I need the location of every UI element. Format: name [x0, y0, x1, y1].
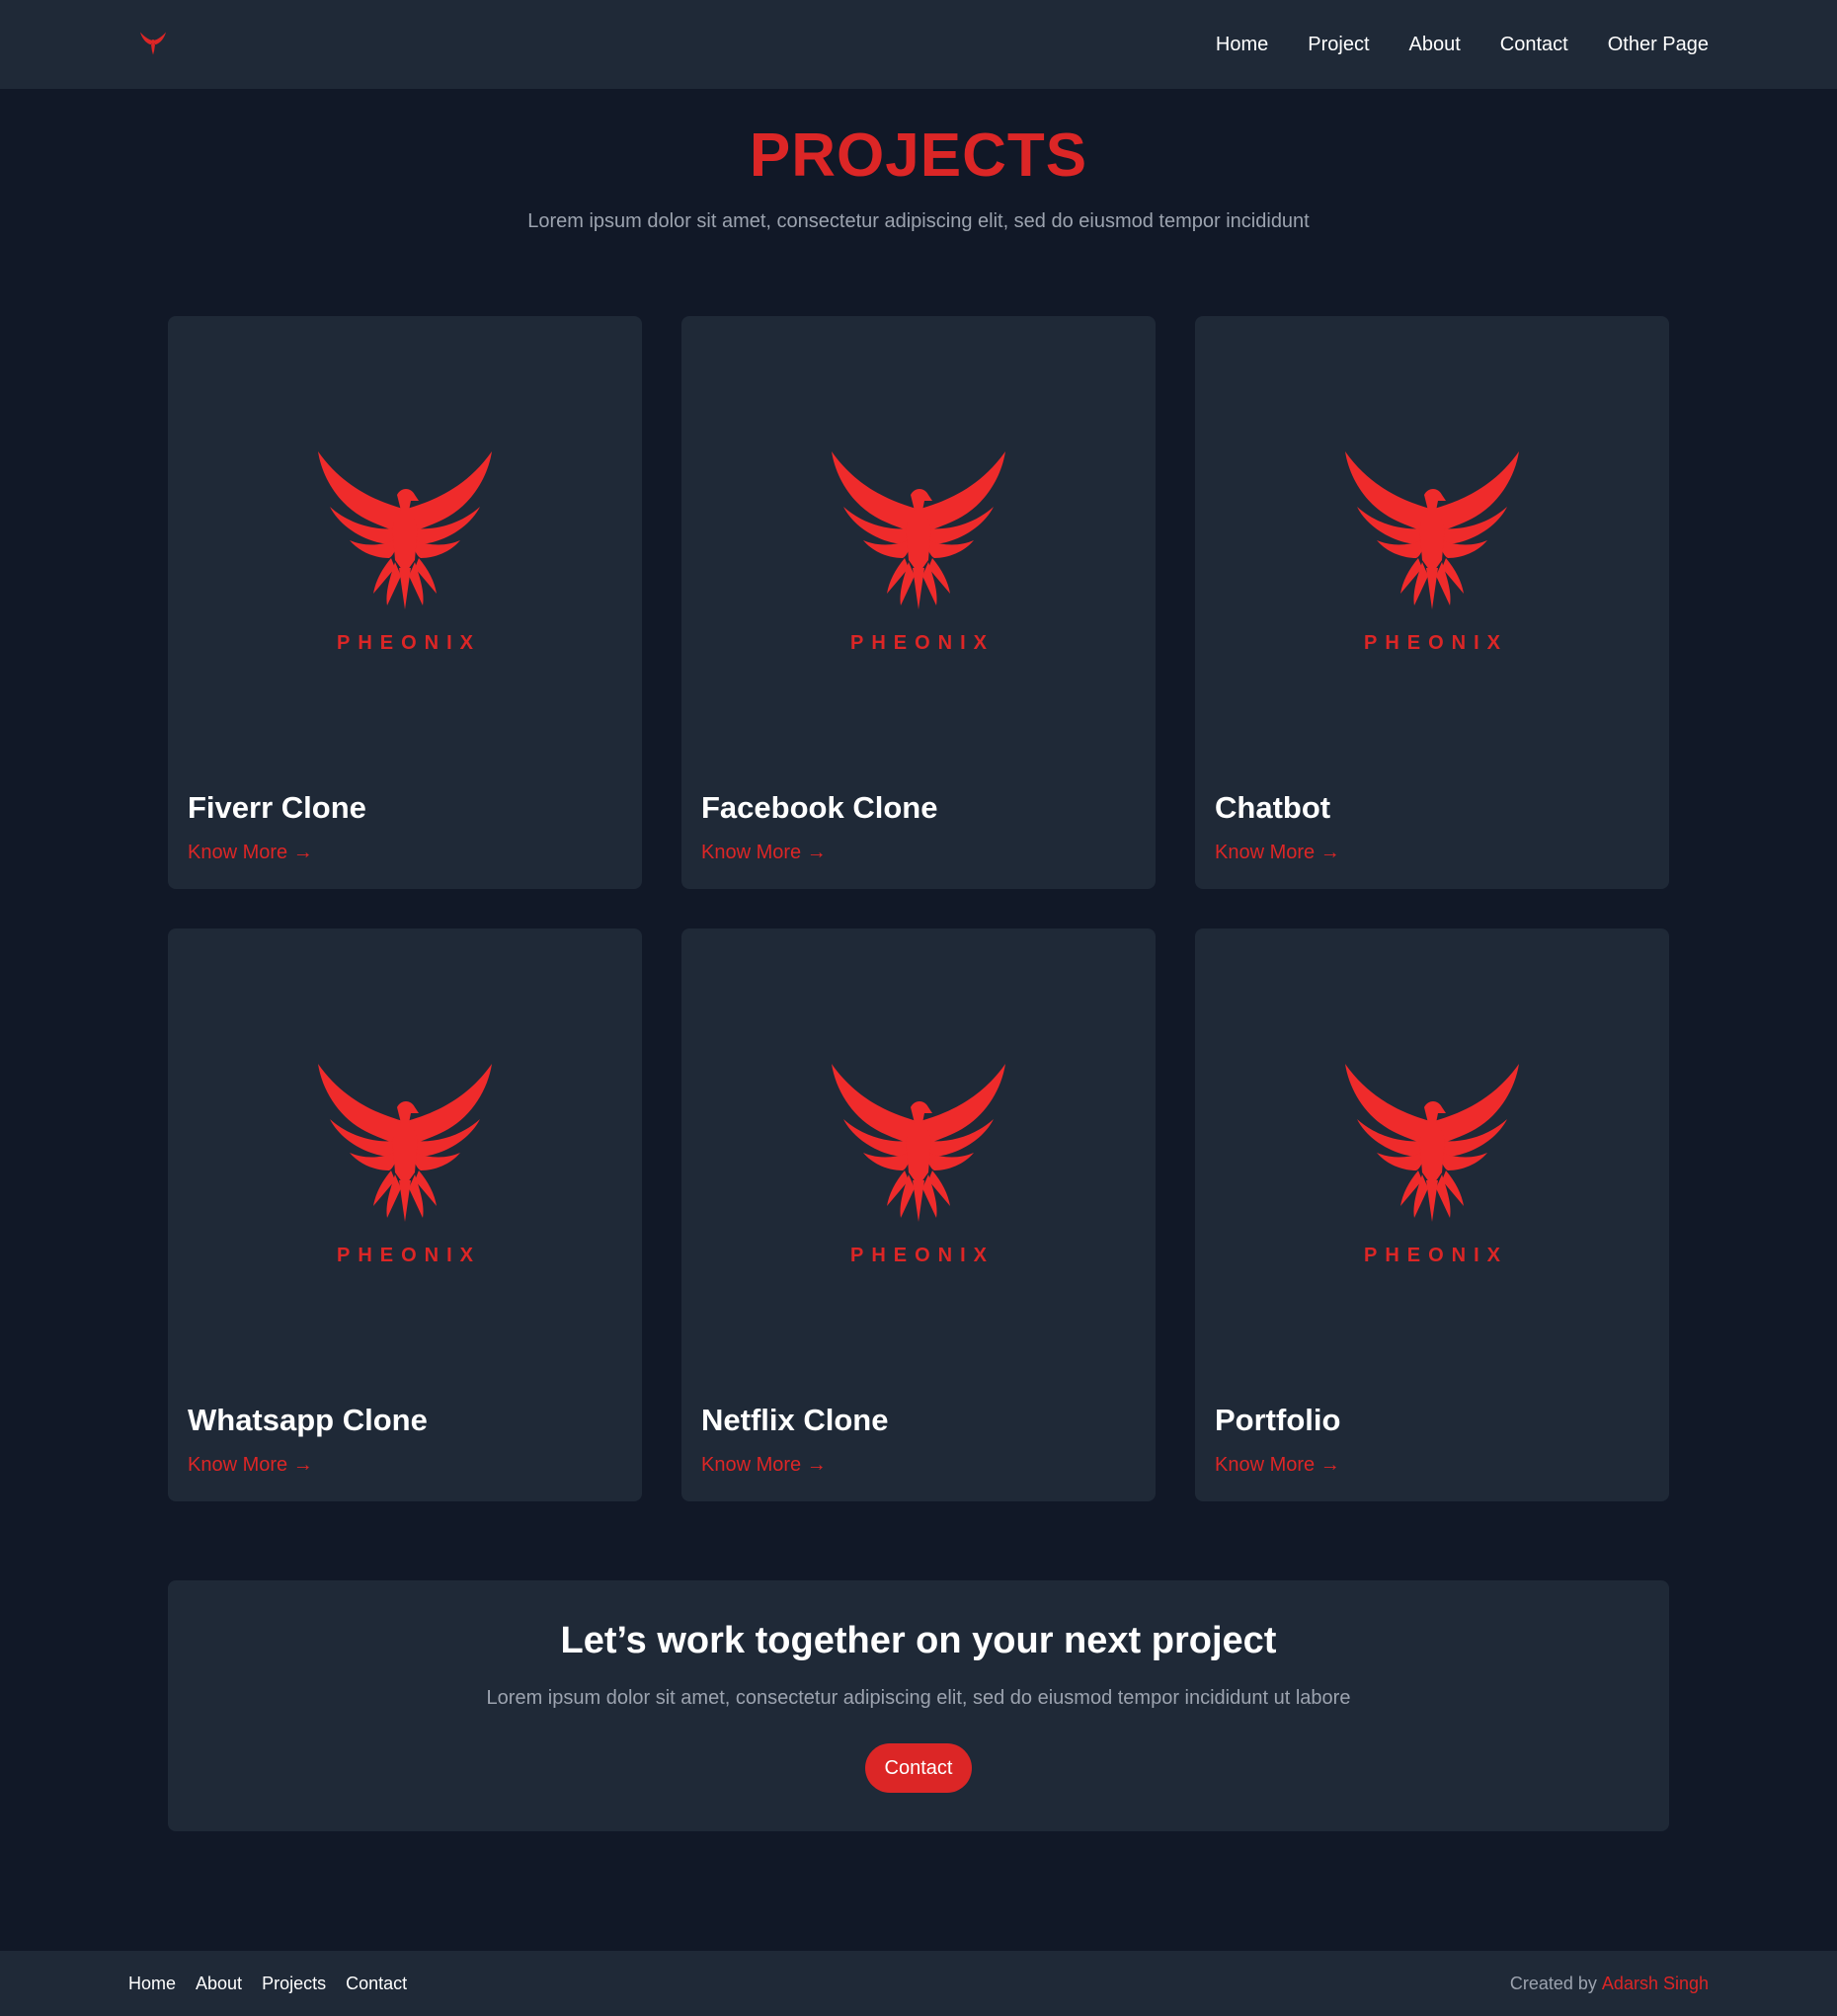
credit-prefix: Created by — [1509, 1973, 1597, 1993]
project-title: Whatsapp Clone — [188, 1403, 428, 1437]
footer-link-home[interactable]: Home — [128, 1974, 176, 1994]
cta-subtitle: Lorem ipsum dolor sit amet, consectetur … — [486, 1687, 1351, 1709]
project-title: Fiverr Clone — [188, 790, 366, 825]
project-card[interactable]: PHEONIX Facebook Clone Know More → — [681, 316, 1156, 889]
brand-text: PHEONIX — [1363, 1245, 1509, 1266]
know-more-link[interactable]: Know More → — [1215, 842, 1340, 864]
project-card[interactable]: PHEONIX Chatbot Know More → — [1195, 316, 1669, 889]
navbar: Home Project About Contact Other Page — [0, 0, 1837, 89]
projects-grid: PHEONIX Fiverr Clone Know More → PHEONIX… — [168, 316, 1669, 1501]
project-card[interactable]: PHEONIX Netflix Clone Know More → — [681, 928, 1156, 1501]
brand-text: PHEONIX — [849, 1245, 996, 1266]
author-link[interactable]: Adarsh Singh — [1602, 1974, 1709, 1994]
footer: Home About Projects Contact Created by A… — [0, 1951, 1837, 2016]
project-title: Portfolio — [1215, 1403, 1341, 1437]
footer-link-contact[interactable]: Contact — [346, 1974, 407, 1994]
phoenix-logo-icon: PHEONIX — [681, 316, 1156, 790]
brand-text: PHEONIX — [336, 1245, 482, 1266]
nav-link-home[interactable]: Home — [1216, 34, 1268, 56]
footer-link-about[interactable]: About — [196, 1974, 242, 1994]
know-more-link[interactable]: Know More → — [188, 1454, 313, 1477]
project-title: Chatbot — [1215, 790, 1331, 825]
project-title: Netflix Clone — [701, 1403, 889, 1437]
nav-link-contact[interactable]: Contact — [1500, 34, 1568, 56]
project-card[interactable]: PHEONIX Fiverr Clone Know More → — [168, 316, 642, 889]
footer-credit: Created by Adarsh Singh — [1510, 1951, 1709, 2016]
cta-section: Let’s work together on your next project… — [168, 1580, 1669, 1831]
nav-menu: Home Project About Contact Other Page — [1216, 0, 1709, 89]
phoenix-logo-icon: PHEONIX — [1195, 928, 1669, 1403]
nav-link-about[interactable]: About — [1409, 34, 1461, 56]
brand-text: PHEONIX — [849, 632, 996, 654]
project-card[interactable]: PHEONIX Whatsapp Clone Know More → — [168, 928, 642, 1501]
know-more-link[interactable]: Know More → — [188, 842, 313, 864]
phoenix-logo-icon: PHEONIX — [1195, 316, 1669, 790]
know-more-link[interactable]: Know More → — [701, 842, 827, 864]
know-more-link[interactable]: Know More → — [1215, 1454, 1340, 1477]
phoenix-logo-icon: PHEONIX — [681, 928, 1156, 1403]
brand-text: PHEONIX — [1363, 632, 1509, 654]
brand-text: PHEONIX — [336, 632, 482, 654]
nav-link-project[interactable]: Project — [1308, 34, 1369, 56]
page-subtitle: Lorem ipsum dolor sit amet, consectetur … — [527, 210, 1310, 232]
footer-nav: Home About Projects Contact — [128, 1951, 407, 2016]
phoenix-logo-icon: PHEONIX — [168, 316, 642, 790]
nav-link-other-page[interactable]: Other Page — [1608, 34, 1709, 56]
footer-link-projects[interactable]: Projects — [262, 1974, 326, 1994]
page-title: PROJECTS — [749, 121, 1088, 190]
project-title: Facebook Clone — [701, 790, 938, 825]
cta-title: Let’s work together on your next project — [560, 1620, 1277, 1661]
phoenix-logo-icon[interactable] — [140, 30, 166, 57]
project-card[interactable]: PHEONIX Portfolio Know More → — [1195, 928, 1669, 1501]
contact-button[interactable]: Contact — [865, 1743, 972, 1793]
know-more-link[interactable]: Know More → — [701, 1454, 827, 1477]
phoenix-logo-icon: PHEONIX — [168, 928, 642, 1403]
